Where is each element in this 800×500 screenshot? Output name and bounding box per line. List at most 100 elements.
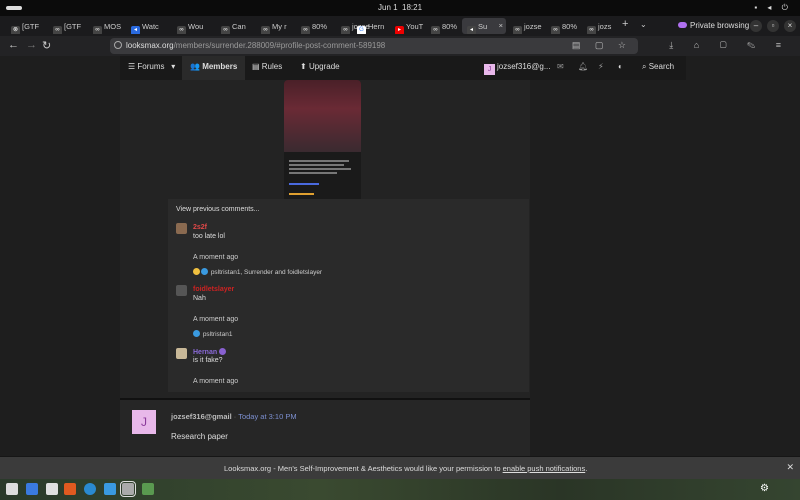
private-browsing-indicator: Private browsing xyxy=(678,21,749,30)
taskbar: ⚙ xyxy=(0,479,800,500)
account-menu[interactable]: Jjozsef316@g... xyxy=(484,62,550,75)
tab[interactable]: ∞ jozs xyxy=(582,18,618,34)
avatar[interactable] xyxy=(176,348,187,359)
image-text-line xyxy=(289,183,319,185)
comment-author[interactable]: 2s2f xyxy=(193,224,207,231)
url-bar[interactable]: looksmax.org/members/surrender.288009/#p… xyxy=(110,38,638,54)
theme-toggle-icon[interactable]: ◐ xyxy=(618,62,623,71)
tab[interactable]: ∞ 80% xyxy=(546,18,580,34)
nav-search[interactable]: ⌕ Search xyxy=(642,62,674,72)
youtube-icon: ▸ xyxy=(395,26,404,34)
enable-push-link[interactable]: enable push notifications xyxy=(503,464,586,473)
nav-members[interactable]: 👥 Members xyxy=(182,56,246,80)
list-tabs-chevron-icon[interactable]: ⌄ xyxy=(640,20,647,29)
tab-label: Wou xyxy=(188,22,204,31)
comment-author-name: Hernan xyxy=(193,349,218,356)
toolbar-icons[interactable]: ⤓ ⌂ ▢ ✎ ≡ xyxy=(669,40,790,51)
close-tab-icon[interactable]: × xyxy=(499,21,503,30)
tab-active[interactable]: ◂ Su × xyxy=(462,18,506,34)
tab[interactable]: G Hern xyxy=(352,18,392,34)
nav-forums[interactable]: ☰ Forums ▾ xyxy=(128,62,175,71)
image-text-line xyxy=(289,160,349,162)
tab-label: Watc xyxy=(142,22,159,31)
looksmax-icon: ∞ xyxy=(221,26,230,34)
os-clock[interactable]: Jun 1 18:21 xyxy=(378,3,422,12)
notification-message: Looksmax.org - Men's Self-Improvement & … xyxy=(224,464,587,473)
browser-icon[interactable] xyxy=(26,483,38,495)
minimize-button[interactable]: – xyxy=(750,20,762,32)
looksmax-icon: ∞ xyxy=(261,26,270,34)
profile-post: J jozsef316@gmail · Today at 3:10 PM Res… xyxy=(120,398,530,456)
settings-icon[interactable] xyxy=(120,481,136,497)
username: jozsef316@g... xyxy=(497,62,551,71)
activities-button[interactable] xyxy=(6,6,22,10)
close-window-button[interactable]: × xyxy=(784,20,796,32)
like-reaction-icon xyxy=(201,268,208,275)
url-path: /members/surrender.288009/#profile-post-… xyxy=(173,41,386,50)
tab[interactable]: ∞ 80% xyxy=(426,18,460,34)
document-icon[interactable] xyxy=(46,483,58,495)
nav-upgrade[interactable]: ⬆ Upgrade xyxy=(300,62,340,71)
tab[interactable]: ∞ [GTF xyxy=(48,18,84,34)
tab-label: My r xyxy=(272,22,287,31)
post-author-name[interactable]: jozsef316@gmail xyxy=(171,412,232,421)
site-info-icon[interactable] xyxy=(114,41,122,49)
comment-time[interactable]: A moment ago xyxy=(193,316,238,323)
avatar[interactable] xyxy=(176,223,187,234)
tab-strip: ⊗ [GTF ∞ [GTF ∞ MOS ◂ Watc ∞ Wou ∞ Can ∞ My r ∞… xyxy=(0,16,800,36)
whats-new-bolt-icon[interactable]: ⚡︎ xyxy=(598,62,604,71)
url-host: looksmax.org xyxy=(126,41,174,50)
tab-label: Su xyxy=(478,22,488,31)
app-icon[interactable] xyxy=(104,483,116,495)
comment-author[interactable]: Hernan xyxy=(193,348,227,356)
like-reaction-icon xyxy=(193,330,200,337)
comment-time[interactable]: A moment ago xyxy=(193,378,238,385)
comment-time[interactable]: A moment ago xyxy=(193,254,238,261)
looksmax-icon: ∞ xyxy=(587,26,596,34)
looksmax-icon: ∞ xyxy=(431,26,440,34)
tab[interactable]: ∞ 80% xyxy=(296,18,334,34)
tab-label: 80% xyxy=(312,22,328,31)
looksmax-icon: ∞ xyxy=(93,26,102,34)
tab[interactable]: ◂ Watc xyxy=(126,18,170,34)
post-time[interactable]: Today at 3:10 PM xyxy=(238,412,296,421)
comment-reactions[interactable]: psltristan1, Surrender and foidletslayer xyxy=(193,268,322,276)
files-icon[interactable] xyxy=(6,483,18,495)
tab[interactable]: ▸ YouT xyxy=(390,18,430,34)
gear-icon[interactable]: ⚙ xyxy=(760,483,772,495)
close-icon[interactable]: ✕ xyxy=(786,462,794,473)
notification-end: . xyxy=(585,464,588,473)
system-tray[interactable]: ▪ ◂ ⏻ xyxy=(754,3,792,13)
tab[interactable]: ⊗ [GTF xyxy=(6,18,44,34)
private-label: Private browsing xyxy=(690,21,750,30)
store-icon[interactable] xyxy=(142,483,154,495)
looksmax-icon: ∞ xyxy=(341,26,350,34)
url-actions[interactable]: ▤ ▢ ☆ xyxy=(572,40,632,51)
tab[interactable]: ∞ My r xyxy=(256,18,296,34)
reaction-users: psltristan1 xyxy=(202,331,233,338)
photo-area xyxy=(284,80,361,152)
comment-reactions[interactable]: psltristan1 xyxy=(193,330,232,338)
tab[interactable]: ∞ Can xyxy=(216,18,254,34)
verified-badge-icon xyxy=(219,348,227,355)
inbox-icon[interactable]: ✉ xyxy=(557,62,564,71)
google-icon: G xyxy=(357,26,366,34)
tab[interactable]: ∞jozse xyxy=(508,18,548,34)
reload-icon[interactable]: ↻ xyxy=(42,39,51,52)
back-arrow-icon[interactable]: ← xyxy=(8,39,19,51)
comment-text: is it fake? xyxy=(193,357,223,364)
vlc-icon[interactable] xyxy=(64,483,76,495)
forward-arrow-icon[interactable]: → xyxy=(26,39,37,51)
new-tab-button[interactable]: + xyxy=(622,18,628,30)
avatar[interactable] xyxy=(176,285,187,296)
tab[interactable]: ∞ Wou xyxy=(172,18,214,34)
tab[interactable]: ∞ MOS xyxy=(88,18,124,34)
view-previous-comments-link[interactable]: View previous comments... xyxy=(176,206,260,213)
alerts-bell-icon[interactable]: 🔔︎ xyxy=(578,62,588,71)
avatar[interactable]: J xyxy=(132,410,156,434)
comment-text: too late lol xyxy=(193,233,225,240)
help-icon[interactable] xyxy=(84,483,96,495)
nav-rules[interactable]: ▤ Rules xyxy=(252,62,282,71)
restore-button[interactable]: ▫ xyxy=(767,20,779,32)
comment-author[interactable]: foidletslayer xyxy=(193,286,234,293)
